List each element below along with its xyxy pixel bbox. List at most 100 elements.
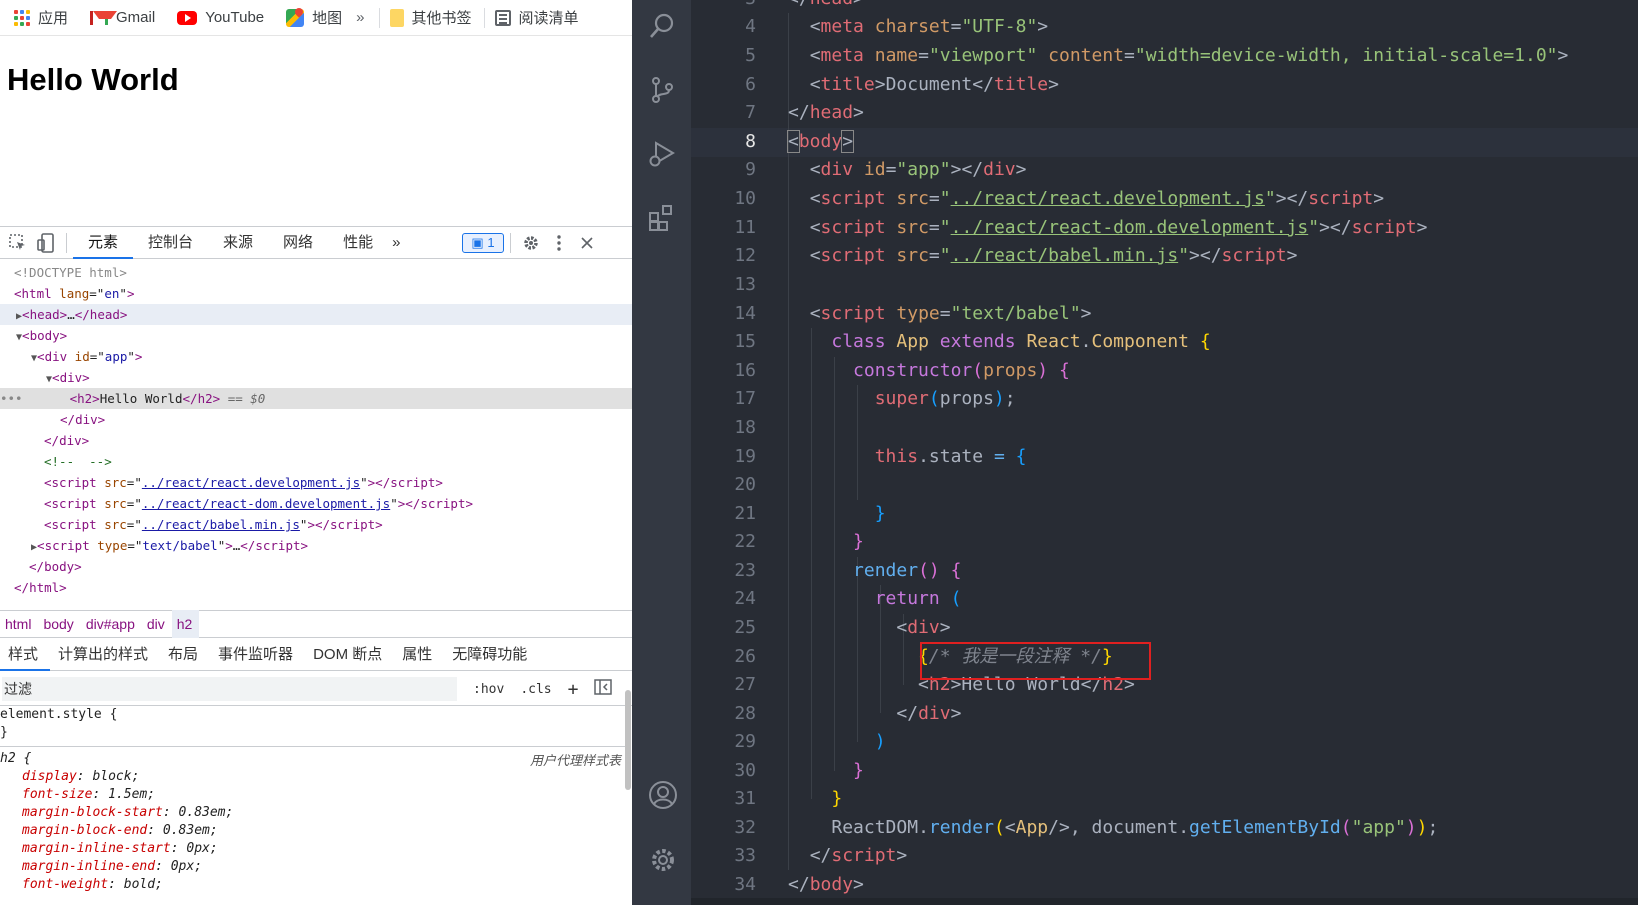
line-number: 27 bbox=[734, 674, 756, 695]
breadcrumb-div[interactable]: div bbox=[142, 610, 172, 638]
script-src-link[interactable]: ../react/babel.min.js bbox=[142, 517, 300, 532]
collapse-triangle-icon[interactable]: ▼ bbox=[0, 332, 22, 343]
code-editor[interactable]: 3 4 5 6 7 8 9 10 11 12 13 14 15 16 17 18… bbox=[691, 0, 1638, 905]
line-number: 32 bbox=[734, 817, 756, 838]
bookmark-apps[interactable]: 应用 bbox=[14, 7, 68, 28]
tab-performance[interactable]: 性能 bbox=[328, 226, 388, 259]
tree-node-selected[interactable]: ••• <h2>Hello World</h2> == $0 bbox=[0, 388, 632, 409]
code-line: } bbox=[853, 760, 864, 781]
line-number: 10 bbox=[734, 188, 756, 209]
chevron-more-icon[interactable]: » bbox=[356, 9, 364, 26]
tree-node[interactable]: <!DOCTYPE html> bbox=[0, 262, 632, 283]
breadcrumb-h2[interactable]: h2 bbox=[171, 610, 200, 638]
styles-rules: element.style { } h2 { 用户代理样式表 display: … bbox=[0, 706, 625, 905]
toolbar-divider bbox=[66, 232, 67, 253]
tree-node[interactable]: ▼<div id="app"> bbox=[0, 346, 632, 367]
style-property: margin-block-end: 0.83em; bbox=[22, 823, 218, 838]
tab-event-listeners[interactable]: 事件监听器 bbox=[210, 638, 305, 671]
settings-gear-icon[interactable] bbox=[517, 226, 545, 259]
bookmark-youtube[interactable]: YouTube bbox=[177, 9, 264, 26]
toggle-sidebar-icon[interactable] bbox=[594, 679, 613, 699]
bookmark-gmail[interactable]: Gmail bbox=[90, 9, 155, 26]
ellipsis: … bbox=[67, 307, 75, 322]
kebab-menu-icon[interactable] bbox=[545, 226, 573, 259]
device-toolbar-icon[interactable] bbox=[32, 226, 60, 259]
code-line: return ( bbox=[874, 588, 962, 609]
collapse-triangle-icon[interactable]: ▼ bbox=[0, 374, 52, 385]
bookmark-label: YouTube bbox=[205, 9, 265, 26]
tab-properties[interactable]: 属性 bbox=[394, 638, 444, 671]
tree-node[interactable]: </div> bbox=[0, 430, 632, 451]
close-icon[interactable] bbox=[573, 226, 601, 259]
tree-node[interactable]: </body> bbox=[0, 556, 632, 577]
line-number: 30 bbox=[734, 760, 756, 781]
styles-filter-input[interactable] bbox=[2, 677, 457, 701]
bookmark-maps[interactable]: 地图 bbox=[286, 7, 342, 28]
tree-node[interactable]: <script src="../react/react-dom.developm… bbox=[0, 493, 632, 514]
bookmark-reading-list[interactable]: 阅读清单 bbox=[494, 7, 579, 28]
tree-node[interactable]: <!-- --> bbox=[0, 451, 632, 472]
manage-gear-icon[interactable] bbox=[648, 845, 676, 873]
tab-elements[interactable]: 元素 bbox=[73, 226, 134, 259]
line-number: 18 bbox=[734, 417, 756, 438]
issues-badge[interactable]: ▣ 1 bbox=[462, 232, 504, 253]
attr-name: lang bbox=[59, 286, 90, 301]
script-src-link[interactable]: ../react/react-dom.development.js bbox=[142, 496, 390, 511]
bookmark-label: Gmail bbox=[116, 9, 156, 26]
line-number: 33 bbox=[734, 845, 756, 866]
expand-triangle-icon[interactable]: ▶ bbox=[0, 542, 37, 553]
tab-accessibility[interactable]: 无障碍功能 bbox=[444, 638, 539, 671]
breadcrumb-html[interactable]: html bbox=[0, 610, 38, 638]
tab-computed[interactable]: 计算出的样式 bbox=[50, 638, 160, 671]
breadcrumb: html body div#app div h2 bbox=[0, 610, 632, 638]
hov-button[interactable]: :hov bbox=[473, 682, 504, 697]
account-icon[interactable] bbox=[648, 780, 677, 809]
node-text: Hello World bbox=[99, 391, 183, 406]
cls-button[interactable]: .cls bbox=[520, 682, 551, 697]
tag-name: head bbox=[89, 307, 120, 322]
tree-node[interactable]: <html lang="en"> bbox=[0, 283, 632, 304]
expand-triangle-icon[interactable]: ▶ bbox=[0, 311, 22, 322]
breadcrumb-body[interactable]: body bbox=[38, 610, 80, 638]
attr-name: id bbox=[74, 349, 90, 364]
script-src-link[interactable]: ../react/react.development.js bbox=[142, 475, 360, 490]
tree-node[interactable]: <script src="../react/react.development.… bbox=[0, 472, 632, 493]
breadcrumb-div-app[interactable]: div#app bbox=[81, 610, 142, 638]
style-property: margin-block-start: 0.83em; bbox=[22, 805, 234, 820]
tree-node[interactable]: ▶<head>…</head> bbox=[0, 304, 632, 325]
code-line: } bbox=[831, 788, 843, 809]
code-line: class App extends React.Component { bbox=[831, 331, 1211, 352]
tab-network[interactable]: 网络 bbox=[268, 226, 328, 259]
search-icon[interactable] bbox=[648, 12, 676, 40]
run-debug-icon[interactable] bbox=[648, 140, 676, 168]
collapse-triangle-icon[interactable]: ▼ bbox=[0, 353, 37, 364]
inspect-element-icon[interactable] bbox=[4, 226, 32, 259]
extensions-icon[interactable] bbox=[648, 204, 676, 232]
element-style-selector[interactable]: element.style { bbox=[0, 706, 117, 724]
code-line-current: <body> bbox=[787, 130, 855, 153]
tree-node[interactable]: ▶<script type="text/babel">…</script> bbox=[0, 535, 632, 556]
tree-node[interactable]: </div> bbox=[0, 409, 632, 430]
source-control-icon[interactable] bbox=[648, 76, 676, 104]
tab-sources[interactable]: 来源 bbox=[208, 226, 268, 259]
tag-name: div bbox=[59, 370, 83, 385]
line-number: 31 bbox=[734, 788, 756, 809]
line-number: 25 bbox=[734, 617, 756, 638]
tree-node[interactable]: </html> bbox=[0, 577, 632, 598]
tab-layout[interactable]: 布局 bbox=[160, 638, 210, 671]
tree-node[interactable]: <script src="../react/babel.min.js"></sc… bbox=[0, 514, 632, 535]
tab-styles[interactable]: 样式 bbox=[0, 638, 51, 671]
h2-selector: h2 { bbox=[0, 751, 32, 766]
bookmark-other[interactable]: 其他书签 bbox=[389, 7, 472, 28]
tree-node[interactable]: ▼<body> bbox=[0, 325, 632, 346]
styles-scrollbar[interactable] bbox=[625, 690, 631, 790]
line-number: 9 bbox=[745, 159, 756, 180]
more-tabs-icon[interactable]: » bbox=[388, 226, 404, 259]
attr-value: en bbox=[104, 286, 120, 301]
line-number: 21 bbox=[734, 503, 756, 524]
tab-dom-breakpoints[interactable]: DOM 断点 bbox=[305, 638, 394, 671]
new-rule-button[interactable]: + bbox=[568, 679, 579, 700]
line-number: 5 bbox=[745, 45, 756, 66]
tab-console[interactable]: 控制台 bbox=[133, 226, 208, 259]
tree-node[interactable]: ▼<div> bbox=[0, 367, 632, 388]
